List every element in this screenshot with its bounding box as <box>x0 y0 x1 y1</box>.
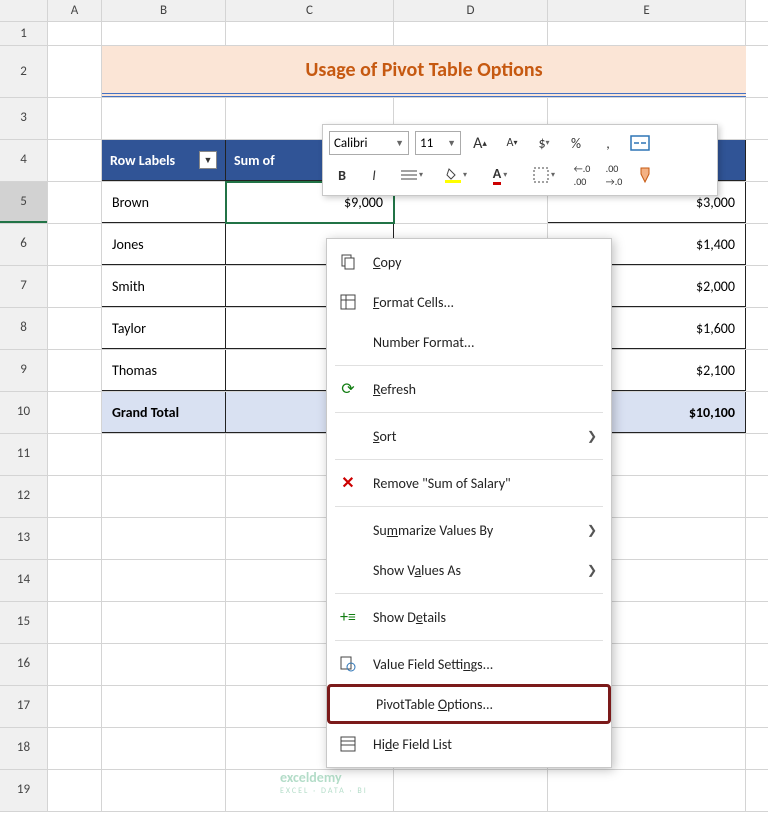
comma-button[interactable]: , <box>595 131 621 155</box>
table-row-label[interactable]: Thomas <box>102 350 226 391</box>
copy-icon <box>337 253 359 271</box>
font-name-input[interactable]: Calibri▼ <box>329 131 409 155</box>
font-size-input[interactable]: 11▼ <box>415 131 461 155</box>
table-row-label[interactable]: Smith <box>102 266 226 307</box>
watermark: exceldemy EXCEL · DATA · BI <box>280 769 368 796</box>
format-cells-icon <box>337 293 359 311</box>
fill-color-button[interactable]: ▾ <box>437 163 475 187</box>
menu-refresh[interactable]: ⟳ Refresh <box>327 369 611 409</box>
context-menu: Copy Format Cells... Number Format... ⟳ … <box>326 238 612 768</box>
refresh-icon: ⟳ <box>337 379 359 399</box>
menu-summarize[interactable]: Summarize Values By ❯ <box>327 510 611 550</box>
col-c[interactable]: C <box>226 0 394 21</box>
currency-button[interactable]: $▾ <box>531 131 557 155</box>
bold-button[interactable]: B <box>329 163 355 187</box>
decrease-font-icon[interactable]: A▾ <box>499 131 525 155</box>
column-headers: A B C D E <box>0 0 768 22</box>
decrease-decimal-button[interactable]: .00→.0 <box>601 163 627 187</box>
font-color-button[interactable]: A▾ <box>481 163 519 187</box>
percent-button[interactable]: % <box>563 131 589 155</box>
chevron-right-icon: ❯ <box>587 523 597 538</box>
merge-icon[interactable] <box>627 131 653 155</box>
align-button[interactable]: ▾ <box>393 163 431 187</box>
show-details-icon: +≡ <box>337 608 359 627</box>
menu-value-field-settings[interactable]: Value Field Settings... <box>327 644 611 684</box>
col-d[interactable]: D <box>394 0 548 21</box>
increase-decimal-button[interactable]: ←.0.00 <box>569 163 595 187</box>
chevron-right-icon: ❯ <box>587 563 597 578</box>
table-row-label[interactable]: Jones <box>102 224 226 265</box>
row-19: 19 <box>0 770 768 812</box>
chevron-down-icon[interactable]: ▼ <box>199 151 217 169</box>
col-a[interactable]: A <box>48 0 102 21</box>
col-b[interactable]: B <box>102 0 226 21</box>
mini-toolbar: Calibri▼ 11▼ A▴ A▾ $▾ % , B I ▾ ▾ A▾ ▾ ←… <box>322 124 718 196</box>
menu-show-details[interactable]: +≡ Show Details <box>327 597 611 637</box>
menu-hide-field-list[interactable]: Hide Field List <box>327 724 611 764</box>
table-row-label[interactable]: Brown <box>102 182 226 223</box>
title-cell[interactable]: Usage of Pivot Table Options <box>102 46 746 97</box>
chevron-right-icon: ❯ <box>587 429 597 444</box>
italic-button[interactable]: I <box>361 163 387 187</box>
row-2: 2 Usage of Pivot Table Options <box>0 46 768 98</box>
increase-font-icon[interactable]: A▴ <box>467 131 493 155</box>
settings-icon <box>337 655 359 673</box>
select-all-corner[interactable] <box>0 0 48 21</box>
row-labels-header[interactable]: Row Labels ▼ <box>102 140 226 181</box>
format-painter-icon[interactable] <box>633 163 659 187</box>
menu-sort[interactable]: Sort ❯ <box>327 416 611 456</box>
menu-format-cells[interactable]: Format Cells... <box>327 282 611 322</box>
grand-total-label[interactable]: Grand Total <box>102 392 226 433</box>
menu-remove[interactable]: ✕ Remove "Sum of Salary" <box>327 463 611 503</box>
remove-icon: ✕ <box>337 473 359 493</box>
field-list-icon <box>337 735 359 753</box>
col-e[interactable]: E <box>548 0 746 21</box>
border-button[interactable]: ▾ <box>525 163 563 187</box>
table-row-label[interactable]: Taylor <box>102 308 226 349</box>
menu-show-values[interactable]: Show Values As ❯ <box>327 550 611 590</box>
row-1: 1 <box>0 22 768 46</box>
menu-copy[interactable]: Copy <box>327 242 611 282</box>
menu-number-format[interactable]: Number Format... <box>327 322 611 362</box>
menu-pivottable-options[interactable]: PivotTable Options... <box>327 684 611 724</box>
